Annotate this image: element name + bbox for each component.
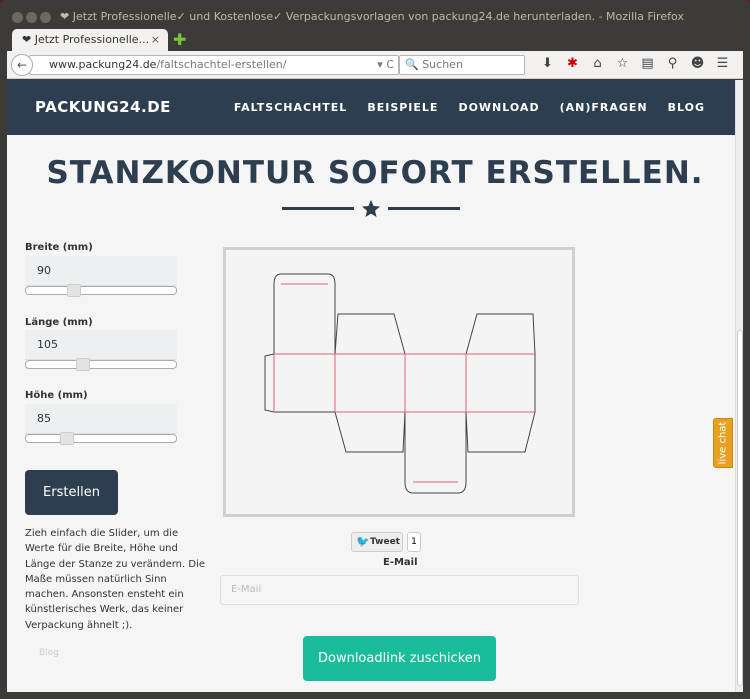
search-placeholder: Suchen: [422, 58, 463, 71]
dieline-preview: [223, 247, 575, 517]
tab-close-icon[interactable]: ×: [151, 29, 160, 51]
minimize-window-button[interactable]: [26, 12, 37, 23]
reader-icon[interactable]: ▤: [635, 56, 660, 71]
dieline-drawing: [264, 273, 536, 494]
main-menu: FALTSCHACHTEL BEISPIELE DOWNLOAD (AN)FRAGEN…: [214, 101, 705, 114]
pin-icon[interactable]: ⚲: [660, 56, 685, 71]
window-title: ❤ Jetzt Professionelle✓ und Kostenlose✓ …: [60, 10, 684, 23]
search-input[interactable]: 🔍 Suchen: [399, 55, 525, 75]
download-icon[interactable]: ⬇: [535, 56, 560, 71]
hoehe-slider[interactable]: [25, 432, 177, 445]
help-text: Zieh einfach die Slider, um die Werte fü…: [25, 528, 205, 631]
page-scrollbar[interactable]: [735, 80, 743, 692]
cut-lines: [264, 273, 536, 494]
nav-anfragen[interactable]: (AN)FRAGEN: [560, 101, 648, 114]
nav-download[interactable]: DOWNLOAD: [458, 101, 539, 114]
star-divider: [282, 200, 460, 217]
hoehe-label: Höhe (mm): [25, 390, 88, 401]
title-bar: ❤ Jetzt Professionelle✓ und Kostenlose✓ …: [0, 6, 750, 28]
send-downloadlink-button[interactable]: Downloadlink zuschicken: [303, 636, 496, 681]
hoehe-input[interactable]: 85: [25, 404, 177, 434]
reload-icon[interactable]: ▾ C: [377, 56, 394, 74]
breite-slider[interactable]: [25, 284, 177, 297]
erstellen-button[interactable]: Erstellen: [25, 470, 118, 515]
nav-blog[interactable]: BLOG: [668, 101, 705, 114]
web-page: PACKUNG24.DE FALTSCHACHTEL BEISPIELE DOWNL…: [7, 80, 743, 692]
nav-faltschachtel[interactable]: FALTSCHACHTEL: [234, 101, 347, 114]
blog-link[interactable]: Blog: [39, 648, 59, 658]
maximize-window-button[interactable]: [40, 12, 51, 23]
laenge-slider[interactable]: [25, 358, 177, 371]
tab-label: ❤ Jetzt Professionelle...: [22, 33, 150, 46]
new-tab-button[interactable]: ✚: [173, 30, 186, 49]
live-chat-label: live chat: [717, 421, 729, 465]
nav-beispiele[interactable]: BEISPIELE: [367, 101, 438, 114]
slider-thumb[interactable]: [76, 358, 91, 371]
tweet-label: Tweet: [370, 537, 400, 547]
tweet-button[interactable]: 🐦 Tweet: [351, 532, 403, 552]
back-button[interactable]: ←: [11, 54, 33, 76]
browser-tab[interactable]: ❤ Jetzt Professionelle... ×: [12, 29, 168, 51]
tweet-count: 1: [407, 532, 421, 552]
scrollbar-thumb[interactable]: [737, 330, 743, 686]
breite-label: Breite (mm): [25, 242, 93, 253]
laenge-input[interactable]: 105: [25, 330, 177, 360]
slider-thumb[interactable]: [60, 432, 74, 445]
url-domain: www.packung24.de: [49, 58, 157, 71]
page-title: STANZKONTUR SOFORT ERSTELLEN.: [46, 155, 704, 191]
navigation-toolbar: www.packung24.de/faltschachtel-erstellen…: [7, 51, 743, 79]
chat-icon[interactable]: ☻: [685, 56, 710, 71]
email-input[interactable]: E-Mail: [220, 575, 579, 605]
close-window-button[interactable]: [12, 12, 23, 23]
slider-thumb[interactable]: [66, 284, 81, 297]
menu-icon[interactable]: ☰: [710, 56, 735, 71]
star-icon: [362, 200, 380, 217]
url-bar[interactable]: www.packung24.de/faltschachtel-erstellen…: [29, 55, 399, 75]
email-label: E-Mail: [383, 557, 418, 568]
live-chat-tab[interactable]: live chat: [713, 418, 733, 468]
browser-window: ❤ Jetzt Professionelle✓ und Kostenlose✓ …: [0, 0, 750, 699]
bookmark-star-icon[interactable]: ☆: [610, 56, 635, 71]
url-path: /faltschachtel-erstellen/: [156, 58, 287, 71]
twitter-bird-icon: 🐦: [356, 535, 370, 548]
home-icon[interactable]: ⌂: [585, 56, 610, 71]
laenge-label: Länge (mm): [25, 317, 93, 328]
site-header: PACKUNG24.DE FALTSCHACHTEL BEISPIELE DOWNL…: [7, 80, 743, 135]
breite-input[interactable]: 90: [25, 256, 177, 286]
addon-icon[interactable]: ✱: [560, 56, 585, 71]
site-logo[interactable]: PACKUNG24.DE: [35, 98, 171, 116]
